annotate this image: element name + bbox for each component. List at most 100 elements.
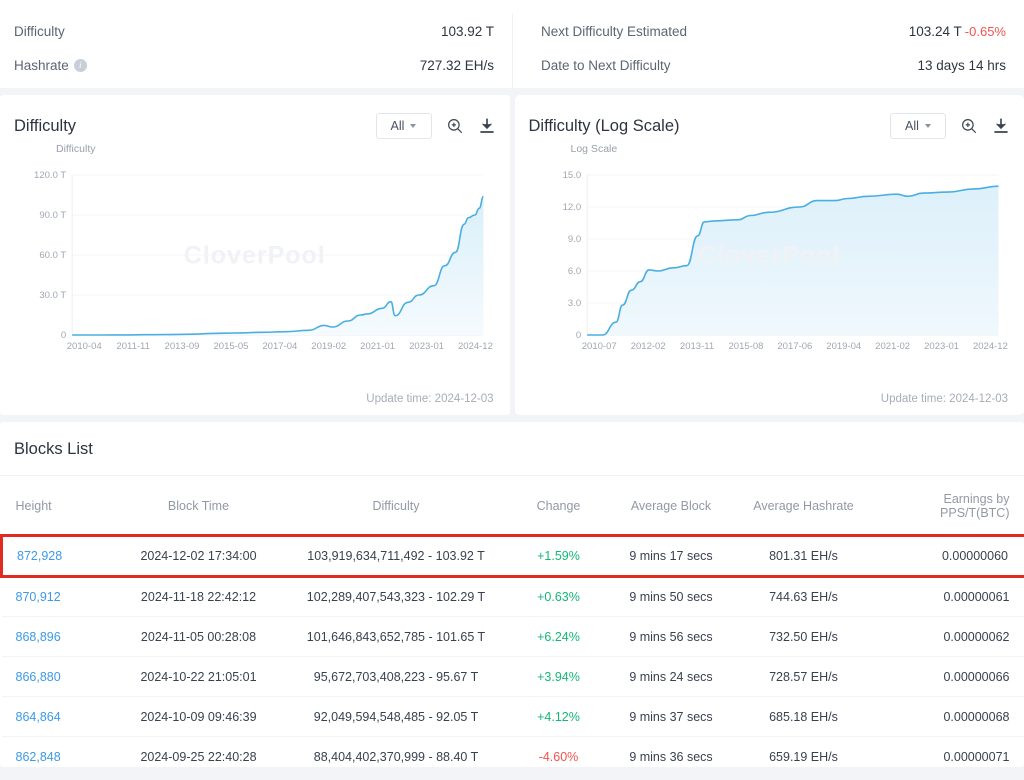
cell-block-time: 2024-09-25 22:40:28 xyxy=(114,737,284,777)
cell-height: 870,912 xyxy=(2,577,114,617)
block-height-link[interactable]: 862,848 xyxy=(16,750,61,764)
difficulty-chart-header: Difficulty All xyxy=(14,111,496,141)
cell-difficulty: 103,919,634,711,492 - 103.92 T xyxy=(284,536,509,577)
date-next-difficulty-label: Date to Next Difficulty xyxy=(541,58,671,73)
y-tick: 120.0 T xyxy=(34,170,66,181)
summary-row-next-difficulty: Next Difficulty Estimated 103.24 T-0.65% xyxy=(541,14,1006,48)
cell-average-hashrate: 801.31 EH/s xyxy=(734,536,874,577)
table-row[interactable]: 872,9282024-12-02 17:34:00103,919,634,71… xyxy=(2,536,1024,577)
range-select-difficulty-log[interactable]: All xyxy=(890,113,946,139)
download-icon[interactable] xyxy=(992,117,1010,135)
cell-block-time: 2024-11-05 00:28:08 xyxy=(114,617,284,657)
cell-difficulty: 95,672,703,408,223 - 95.67 T xyxy=(284,657,509,697)
change-value: +0.63% xyxy=(537,590,580,604)
hashrate-label-text: Hashrate xyxy=(14,58,69,73)
blocks-list-title: Blocks List xyxy=(0,422,1024,476)
difficulty-plot: Difficulty CloverPool 120.0 T 90.0 T 60.… xyxy=(14,143,496,388)
column-header-difficulty[interactable]: Difficulty xyxy=(284,476,509,536)
column-header-earnings[interactable]: Earnings by PPS/T(BTC) xyxy=(874,476,1024,536)
difficulty-log-update-time: Update time: 2024-12-03 xyxy=(881,393,1008,405)
cell-difficulty: 88,404,402,370,999 - 88.40 T xyxy=(284,737,509,777)
difficulty-x-ticks: 2010-042011-112013-092015-052017-042019-… xyxy=(67,341,493,352)
cell-earnings: 0.00000066 xyxy=(874,657,1024,697)
change-value: +4.12% xyxy=(537,710,580,724)
cell-height: 872,928 xyxy=(2,536,114,577)
x-tick: 2011-11 xyxy=(116,341,150,352)
range-select-difficulty[interactable]: All xyxy=(376,113,432,139)
table-header-row: Height Block Time Difficulty Change Aver… xyxy=(2,476,1024,536)
cell-average-hashrate: 659.19 EH/s xyxy=(734,737,874,777)
blocks-list-card: Blocks List Height Block Time Difficulty… xyxy=(0,422,1024,767)
column-header-block-time[interactable]: Block Time xyxy=(114,476,284,536)
x-tick: 2010-07 xyxy=(581,341,616,352)
x-tick: 2017-06 xyxy=(777,341,812,352)
summary-column-right: Next Difficulty Estimated 103.24 T-0.65%… xyxy=(512,14,1024,88)
cell-average-block: 9 mins 37 secs xyxy=(609,697,734,737)
y-tick: 15.0 xyxy=(562,170,581,181)
block-height-link[interactable]: 866,880 xyxy=(16,670,61,684)
table-row[interactable]: 862,848 2024-09-25 22:40:2888,404,402,370… xyxy=(2,737,1024,777)
range-select-label: All xyxy=(391,119,405,133)
difficulty-log-x-ticks: 2010-072012-022013-112015-082017-062019-… xyxy=(581,341,1007,352)
next-difficulty-value: 103.24 T-0.65% xyxy=(909,24,1006,39)
y-tick: 60.0 T xyxy=(39,250,66,261)
cell-average-block: 9 mins 56 secs xyxy=(609,617,734,657)
info-icon[interactable]: i xyxy=(74,59,87,72)
difficulty-log-plot: Log Scale CloverPool 15.0 12.0 9.0 6.0 xyxy=(529,143,1011,388)
table-row[interactable]: 870,912 2024-11-18 22:42:12102,289,407,54… xyxy=(2,577,1024,617)
cell-block-time: 2024-10-22 21:05:01 xyxy=(114,657,284,697)
table-row[interactable]: 866,880 2024-10-22 21:05:0195,672,703,408… xyxy=(2,657,1024,697)
chevron-down-icon xyxy=(925,124,931,128)
next-difficulty-label: Next Difficulty Estimated xyxy=(541,24,687,39)
cell-earnings: 0.00000060 xyxy=(874,536,1024,577)
x-tick: 2024-12 xyxy=(458,341,493,352)
download-icon[interactable] xyxy=(478,117,496,135)
x-tick: 2021-02 xyxy=(875,341,910,352)
column-header-height[interactable]: Height xyxy=(2,476,114,536)
column-header-average-block[interactable]: Average Block xyxy=(609,476,734,536)
hashrate-value: 727.32 EH/s xyxy=(420,58,494,73)
summary-row-date-next-difficulty: Date to Next Difficulty 13 days 14 hrs xyxy=(541,48,1006,82)
cell-change: +0.63% xyxy=(509,577,609,617)
x-tick: 2023-01 xyxy=(409,341,444,352)
column-header-average-hashrate[interactable]: Average Hashrate xyxy=(734,476,874,536)
block-height-link[interactable]: 870,912 xyxy=(16,590,61,604)
cell-difficulty: 102,289,407,543,323 - 102.29 T xyxy=(284,577,509,617)
change-value: -4.60% xyxy=(539,750,579,764)
zoom-in-icon[interactable] xyxy=(446,117,464,135)
cell-height: 862,848 xyxy=(2,737,114,777)
table-row[interactable]: 864,8642024-10-09 09:46:3992,049,594,548… xyxy=(2,697,1024,737)
y-tick: 30.0 T xyxy=(39,290,66,301)
difficulty-log-area xyxy=(587,186,998,335)
cell-height: 866,880 xyxy=(2,657,114,697)
x-tick: 2015-05 xyxy=(214,341,249,352)
cell-average-block: 9 mins 36 secs xyxy=(609,737,734,777)
difficulty-log-chart-tools: All xyxy=(890,113,1010,139)
block-height-link[interactable]: 864,864 xyxy=(16,710,61,724)
cell-earnings: 0.00000071 xyxy=(874,737,1024,777)
table-row[interactable]: 868,8962024-11-05 00:28:08101,646,843,65… xyxy=(2,617,1024,657)
cell-average-hashrate: 685.18 EH/s xyxy=(734,697,874,737)
block-height-link[interactable]: 872,928 xyxy=(17,549,62,563)
block-height-link[interactable]: 868,896 xyxy=(16,630,61,644)
chevron-down-icon xyxy=(410,124,416,128)
change-value: +1.59% xyxy=(537,549,580,563)
y-tick: 12.0 xyxy=(562,202,581,213)
cell-height: 868,896 xyxy=(2,617,114,657)
zoom-in-icon[interactable] xyxy=(960,117,978,135)
next-difficulty-amount: 103.24 T xyxy=(909,24,962,39)
hashrate-label: Hashrate i xyxy=(14,58,87,73)
difficulty-y-ticks: 120.0 T 90.0 T 60.0 T 30.0 T 0 xyxy=(34,170,66,341)
cell-change: -4.60% xyxy=(509,737,609,777)
y-tick: 0 xyxy=(61,330,66,341)
difficulty-area xyxy=(72,197,483,336)
x-tick: 2010-04 xyxy=(67,341,102,352)
column-header-change[interactable]: Change xyxy=(509,476,609,536)
difficulty-chart-card: Difficulty All xyxy=(0,95,510,415)
range-select-label: All xyxy=(905,119,919,133)
x-tick: 2015-08 xyxy=(728,341,763,352)
cell-block-time: 2024-11-18 22:42:12 xyxy=(114,577,284,617)
cell-average-hashrate: 744.63 EH/s xyxy=(734,577,874,617)
blocks-table-body: 872,9282024-12-02 17:34:00103,919,634,71… xyxy=(2,536,1024,777)
cell-average-hashrate: 728.57 EH/s xyxy=(734,657,874,697)
